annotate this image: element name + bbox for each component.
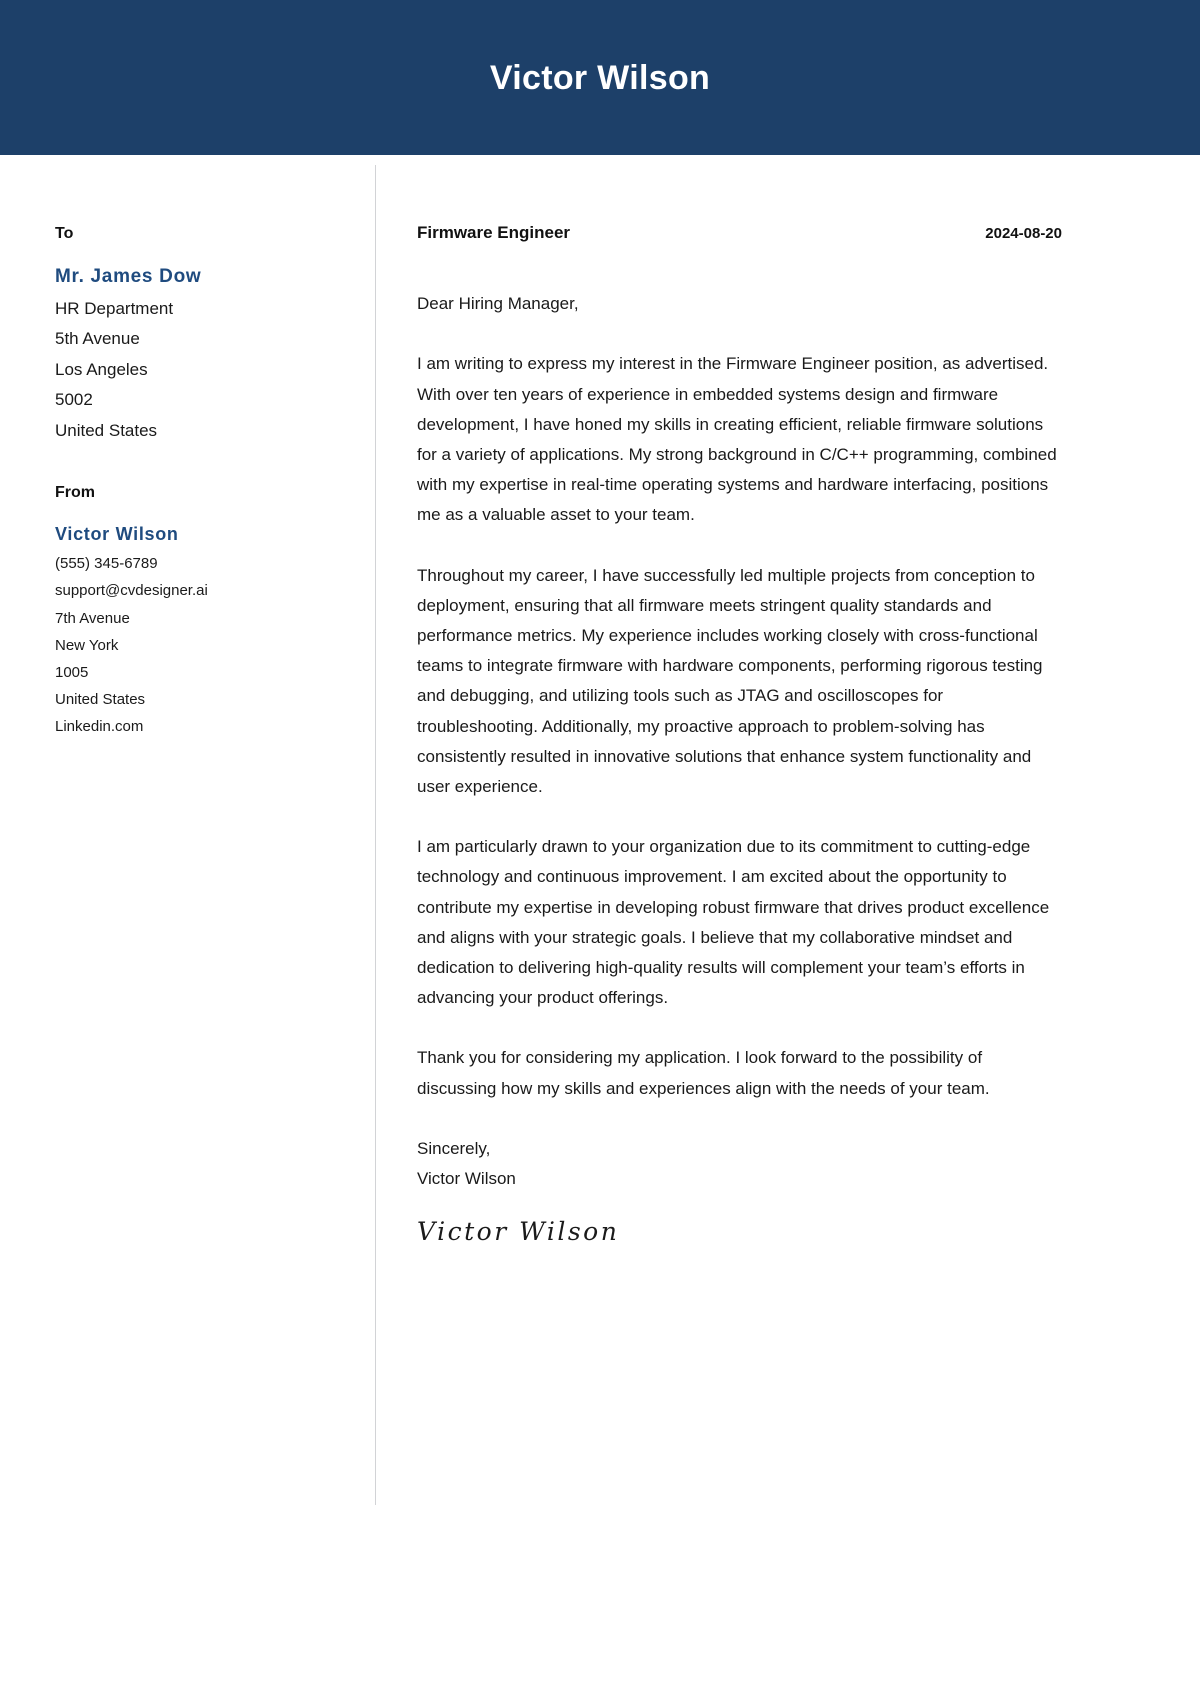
recipient-name: Mr. James Dow [55, 266, 202, 288]
page-title: Victor Wilson [489, 58, 711, 97]
letter-paragraph: Throughout my career, I have successfull… [417, 565, 1043, 797]
salutation: Dear Hiring Manager, [417, 294, 579, 314]
closing-name: Victor Wilson [417, 1169, 516, 1189]
list-item: (555) 345-6789 [55, 555, 158, 573]
list-item: New York [55, 636, 119, 654]
recipient-address-list: HR Department 5th Avenue Los Angeles 500… [55, 294, 355, 447]
list-item: support@cvdesigner.ai [55, 582, 208, 600]
cover-letter-page: Victor Wilson To Mr. James Dow HR Depart… [0, 0, 1200, 1684]
list-item: United States [55, 691, 146, 709]
from-section: From Victor Wilson (555) 345-6789 suppor… [55, 483, 355, 740]
closing-phrase: Sincerely, [417, 1138, 491, 1158]
letter-paragraph: I am particularly drawn to your organiza… [417, 837, 1050, 1008]
document-body: To Mr. James Dow HR Department 5th Avenu… [0, 155, 1200, 1684]
list-item: United States [55, 420, 158, 440]
to-section: To Mr. James Dow HR Department 5th Avenu… [55, 224, 355, 446]
column-divider [375, 165, 376, 1505]
list-item: HR Department [55, 298, 174, 318]
signature: Victor Wilson [417, 1217, 620, 1247]
list-item: 7th Avenue [55, 609, 130, 627]
contact-sidebar: To Mr. James Dow HR Department 5th Avenu… [55, 155, 355, 741]
letter-paragraph: Thank you for considering my application… [417, 1048, 990, 1098]
list-item: Linkedin.com [55, 718, 144, 736]
document-header: Victor Wilson [0, 0, 1200, 155]
sender-contact-list: (555) 345-6789 support@cvdesigner.ai 7th… [55, 550, 355, 740]
sender-name: Victor Wilson [55, 523, 179, 544]
to-heading: To [55, 225, 74, 242]
letter-meta-row: Firmware Engineer 2024-08-20 [417, 223, 1062, 243]
closing-block: Sincerely, Victor Wilson [417, 1134, 1062, 1194]
list-item: Los Angeles [55, 359, 148, 379]
list-item: 5002 [55, 390, 93, 410]
letter-content: Firmware Engineer 2024-08-20 Dear Hiring… [417, 155, 1062, 1249]
list-item: 1005 [55, 663, 89, 681]
letter-paragraph: I am writing to express my interest in t… [417, 354, 1057, 525]
from-heading: From [55, 484, 95, 502]
letter-date: 2024-08-20 [985, 225, 1062, 242]
list-item: 5th Avenue [55, 329, 140, 349]
job-title: Firmware Engineer [417, 223, 571, 242]
